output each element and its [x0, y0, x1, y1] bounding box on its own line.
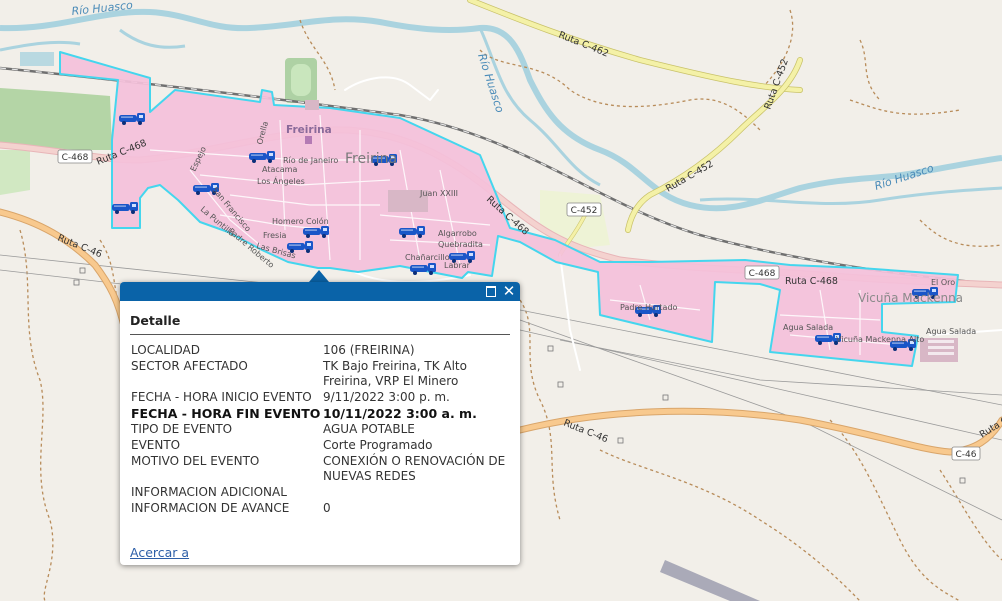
street-label: Río de Janeiro — [283, 156, 338, 165]
popup-pointer — [309, 270, 329, 282]
attribute-value: 9/11/2022 3:00 p. m. — [323, 390, 450, 404]
attribute-row: FECHA - HORA FIN EVENTO 10/11/2022 3:00 a… — [131, 406, 515, 422]
attribute-value: AGUA POTABLE — [323, 422, 415, 436]
street-label: Fresia — [263, 231, 286, 240]
road-shield-c452: C-452 — [566, 202, 602, 217]
attribute-value: 106 (FREIRINA) — [323, 343, 415, 357]
street-label: Juan XXIII — [419, 189, 458, 198]
attribute-row: FECHA - HORA INICIO EVENTO 9/11/2022 3:00… — [131, 390, 515, 406]
zoom-to-link[interactable]: Acercar a — [130, 545, 189, 560]
street-label: Padre Hurtado — [620, 303, 678, 312]
attribute-key: FECHA - HORA INICIO EVENTO — [131, 390, 312, 404]
street-label: Labrar — [444, 261, 471, 270]
street-label: Quebradita — [438, 240, 483, 249]
maximize-icon[interactable] — [484, 284, 498, 298]
street-label: Agua Salada — [926, 327, 976, 336]
attribute-key: LOCALIDAD — [131, 343, 200, 357]
attribute-value: Corte Programado — [323, 438, 433, 452]
attribute-row: INFORMACION DE AVANCE 0 — [131, 501, 515, 517]
road-shield-c468-right: C-468 — [744, 265, 780, 280]
attribute-value — [323, 485, 515, 501]
town-hall-icon — [305, 136, 312, 144]
popup-header: ✕ — [120, 282, 520, 301]
close-icon[interactable]: ✕ — [502, 284, 516, 299]
attribute-key: FECHA - HORA FIN EVENTO — [131, 406, 321, 421]
road-shield-c468-left: C-468 — [57, 149, 93, 164]
attribute-row: SECTOR AFECTADO TK Bajo Freirina, TK Alto… — [131, 359, 515, 390]
town-label-vicuna-mackenna: Vicuña Mackenna — [858, 291, 963, 305]
attribute-value: 10/11/2022 3:00 a. m. — [323, 406, 477, 421]
attribute-value: CONEXIÓN O RENOVACIÓN DE NUEVAS REDES — [323, 454, 506, 483]
attribute-key: INFORMACION DE AVANCE — [131, 501, 290, 515]
attribute-key: EVENTO — [131, 438, 181, 452]
street-label: Vicuña Mackenna Alto — [836, 335, 924, 344]
attribute-key: INFORMACION ADICIONAL — [131, 485, 287, 499]
road-shield-c46: C-46 — [951, 446, 981, 461]
street-label: Colón — [306, 216, 329, 226]
town-label-freirina-small: Freirina — [286, 124, 332, 136]
attribute-row: LOCALIDAD 106 (FREIRINA) — [131, 343, 515, 359]
road-shield-label: C-452 — [571, 206, 598, 216]
attribute-row: MOTIVO DEL EVENTO CONEXIÓN O RENOVACIÓN D… — [131, 454, 515, 485]
popup-title: Detalle — [130, 313, 510, 335]
road-shield-label: C-46 — [956, 450, 977, 460]
road-label: Ruta C-468 — [785, 276, 838, 287]
attribute-key: MOTIVO DEL EVENTO — [131, 454, 260, 468]
street-label: El Oro — [931, 278, 955, 287]
street-label: Atacama — [262, 165, 297, 174]
attribute-value: 0 — [323, 501, 331, 515]
street-label: Algarrobo — [438, 229, 477, 238]
street-label: Homero — [272, 217, 304, 226]
street-label: Agua Salada — [783, 323, 833, 332]
attribute-value: TK Bajo Freirina, TK Alto Freirina, VRP … — [323, 359, 467, 388]
road-shield-label: C-468 — [749, 269, 776, 279]
street-label: Los Ángeles — [257, 175, 305, 186]
town-label-freirina: Freirina — [345, 151, 397, 167]
attribute-row: EVENTO Corte Programado — [131, 438, 515, 454]
attribute-key: TIPO DE EVENTO — [131, 422, 233, 436]
attribute-key: SECTOR AFECTADO — [131, 359, 248, 373]
attribute-row: TIPO DE EVENTO AGUA POTABLE — [131, 422, 515, 438]
attribute-row: INFORMACION ADICIONAL — [131, 485, 515, 501]
attributes-table: LOCALIDAD 106 (FREIRINA) SECTOR AFECTADO TK… — [131, 343, 515, 517]
street-label: Chañarcillo — [405, 253, 450, 262]
detail-popup: ✕ Detalle LOCALIDAD 106 (FREIRINA) SECTOR … — [120, 282, 520, 565]
road-shield-label: C-468 — [62, 153, 89, 163]
